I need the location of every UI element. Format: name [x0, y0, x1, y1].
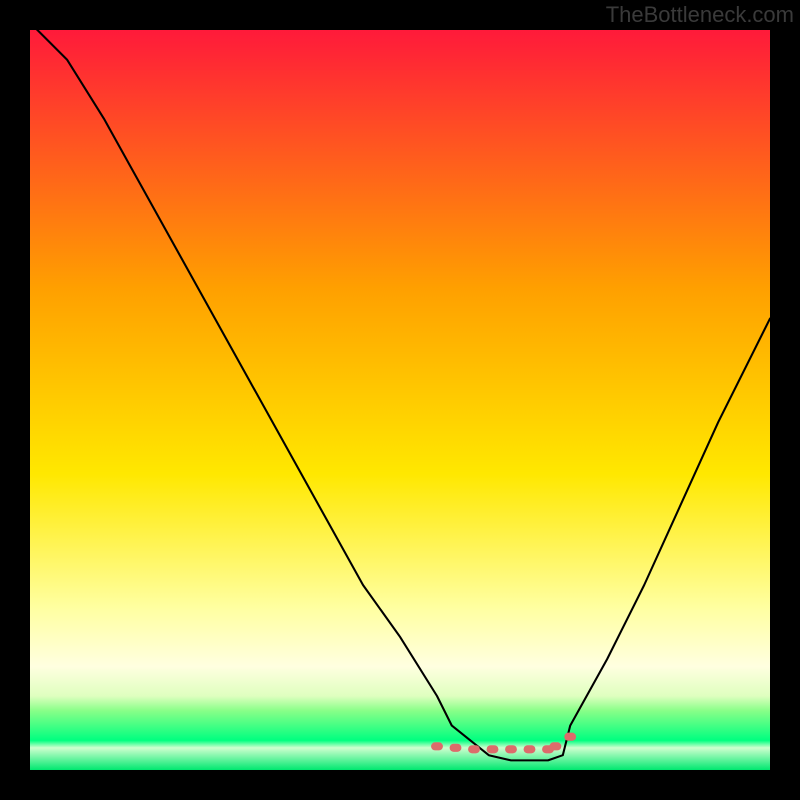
dash-marker: [468, 745, 480, 753]
plot-svg: [30, 30, 770, 770]
dash-marker: [450, 744, 462, 752]
bottleneck-curve: [30, 30, 770, 760]
bottleneck-plot: [30, 30, 770, 770]
dash-marker: [431, 742, 443, 750]
dash-marker: [505, 745, 517, 753]
optimal-region-dashes: [431, 733, 576, 754]
dash-marker: [549, 742, 561, 750]
dash-marker: [524, 745, 536, 753]
attribution-label: TheBottleneck.com: [606, 2, 794, 28]
dash-marker: [564, 733, 576, 741]
dash-marker: [487, 745, 499, 753]
